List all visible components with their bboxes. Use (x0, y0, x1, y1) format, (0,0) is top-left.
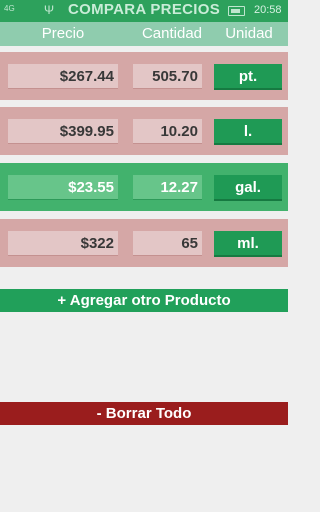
product-row: $267.44 505.70 pt. (0, 52, 288, 100)
column-headers: Precio Cantidad Unidad (0, 22, 288, 46)
quantity-input[interactable]: 12.27 (133, 175, 202, 200)
header-unidad: Unidad (225, 25, 273, 42)
product-row-best: $23.55 12.27 gal. (0, 163, 288, 211)
product-row: $322 65 ml. (0, 219, 288, 267)
header-cantidad: Cantidad (141, 25, 203, 42)
unit-button[interactable]: pt. (214, 64, 282, 90)
unit-button[interactable]: gal. (214, 175, 282, 201)
unit-button[interactable]: l. (214, 119, 282, 145)
clear-all-button[interactable]: - Borrar Todo (0, 402, 288, 425)
quantity-input[interactable]: 65 (133, 231, 202, 256)
quantity-input[interactable]: 10.20 (133, 119, 202, 144)
add-product-button[interactable]: + Agregar otro Producto (0, 289, 288, 312)
status-time: 20:58 (254, 4, 282, 16)
quantity-input[interactable]: 505.70 (133, 64, 202, 89)
price-input[interactable]: $267.44 (8, 64, 118, 89)
status-bar: 4G Ψ COMPARA PRECIOS 20:58 (0, 0, 288, 22)
price-input[interactable]: $399.95 (8, 119, 118, 144)
price-input[interactable]: $23.55 (8, 175, 118, 200)
battery-icon (228, 6, 245, 16)
unit-button[interactable]: ml. (214, 231, 282, 257)
header-precio: Precio (41, 25, 85, 42)
product-row: $399.95 10.20 l. (0, 107, 288, 155)
price-input[interactable]: $322 (8, 231, 118, 256)
